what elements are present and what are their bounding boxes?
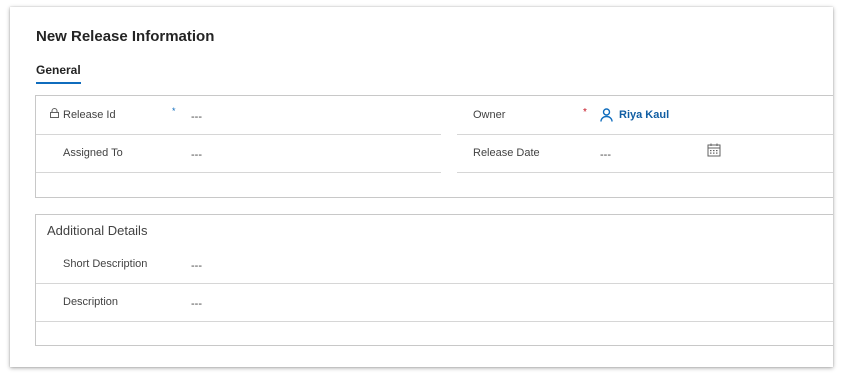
general-section: Release Id * --- Assigned To --- Owner *… [35, 95, 833, 198]
required-indicator: * [583, 107, 587, 118]
owner-link[interactable]: Riya Kaul [619, 109, 669, 121]
short-description-label: Short Description [63, 258, 148, 270]
additional-details-section: Additional Details Short Description ---… [35, 214, 833, 346]
assigned-to-value: --- [191, 149, 202, 161]
required-indicator: * [172, 106, 176, 116]
calendar-icon[interactable] [707, 143, 721, 157]
release-id-field[interactable]: Release Id * --- [36, 96, 441, 135]
form-title: New Release Information [36, 28, 215, 45]
lock-icon [50, 108, 59, 118]
assigned-to-label: Assigned To [63, 147, 123, 159]
release-date-value: --- [600, 149, 611, 161]
tab-general[interactable]: General [36, 63, 81, 84]
owner-label: Owner [473, 109, 506, 121]
description-value: --- [191, 298, 202, 310]
short-description-field[interactable]: Short Description --- [36, 245, 833, 284]
assigned-to-field[interactable]: Assigned To --- [36, 134, 441, 173]
description-field[interactable]: Description --- [36, 283, 833, 322]
release-date-field[interactable]: Release Date --- [457, 134, 833, 173]
release-id-value: --- [191, 111, 202, 123]
section-heading: Additional Details [47, 223, 148, 238]
description-label: Description [63, 296, 119, 308]
person-icon[interactable] [600, 108, 613, 122]
release-form-card: New Release Information General Release … [10, 7, 833, 367]
release-id-label: Release Id [63, 109, 116, 121]
release-date-label: Release Date [473, 147, 540, 159]
short-description-value: --- [191, 260, 202, 272]
owner-field[interactable]: Owner * Riya Kaul [457, 96, 833, 135]
